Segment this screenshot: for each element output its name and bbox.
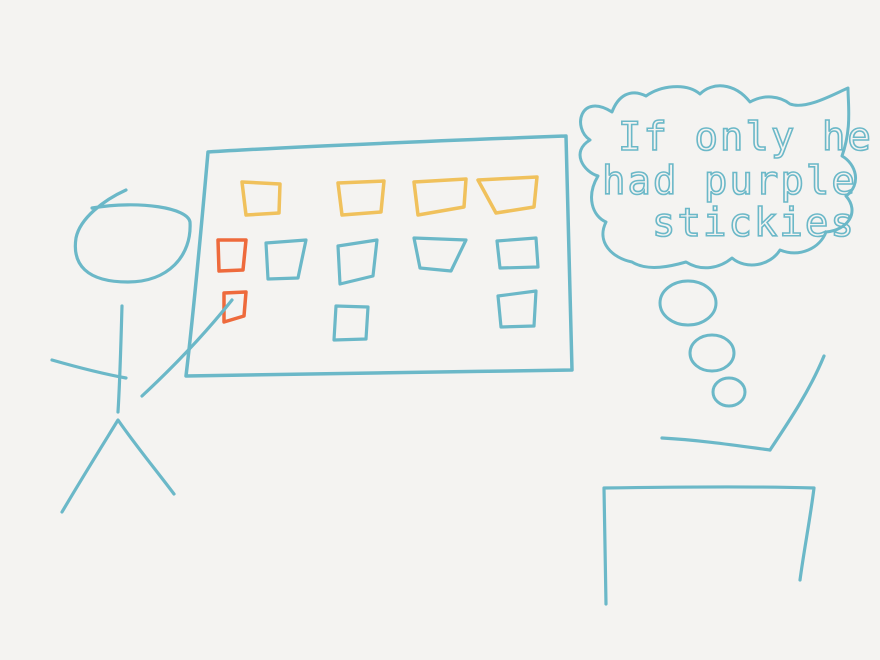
sticky-note-blue (412, 236, 468, 273)
sticky-note-orange (216, 238, 248, 273)
presenter-legs (60, 418, 176, 514)
presenter-head (73, 188, 192, 284)
sticky-note-blue (264, 238, 308, 281)
sketch-scene: If only he had purple stickies (50, 84, 873, 606)
presenter-pointing-arm (140, 298, 234, 398)
sticky-notes-yellow (240, 175, 539, 217)
thought-line-1: If only he (618, 115, 873, 160)
presenter-stick-figure (50, 188, 234, 514)
thought-circle-small (711, 376, 747, 408)
sticky-note-blue (332, 304, 370, 342)
desk (602, 485, 816, 606)
thought-circle-large (658, 279, 718, 327)
thought-circle-medium (688, 333, 736, 373)
sticky-note-yellow (476, 175, 539, 215)
presenter-arm (50, 358, 128, 380)
thought-text: If only he had purple stickies (601, 114, 873, 247)
presenter-body (116, 304, 124, 414)
thought-line-2: had purple (602, 159, 857, 204)
sticky-note-yellow (412, 177, 468, 217)
sticky-note-blue (336, 238, 379, 286)
thought-line-3: stickies (652, 201, 856, 246)
sticky-note-yellow (336, 179, 386, 217)
observer-arm-left (660, 436, 772, 452)
observer-figure (660, 354, 826, 452)
sticky-note-blue (495, 236, 540, 270)
sticky-note-blue (496, 289, 538, 329)
observer-arm-right (768, 354, 826, 452)
sticky-note-yellow (240, 180, 282, 217)
desk-top (602, 485, 816, 606)
sticky-notes-blue (264, 236, 540, 342)
